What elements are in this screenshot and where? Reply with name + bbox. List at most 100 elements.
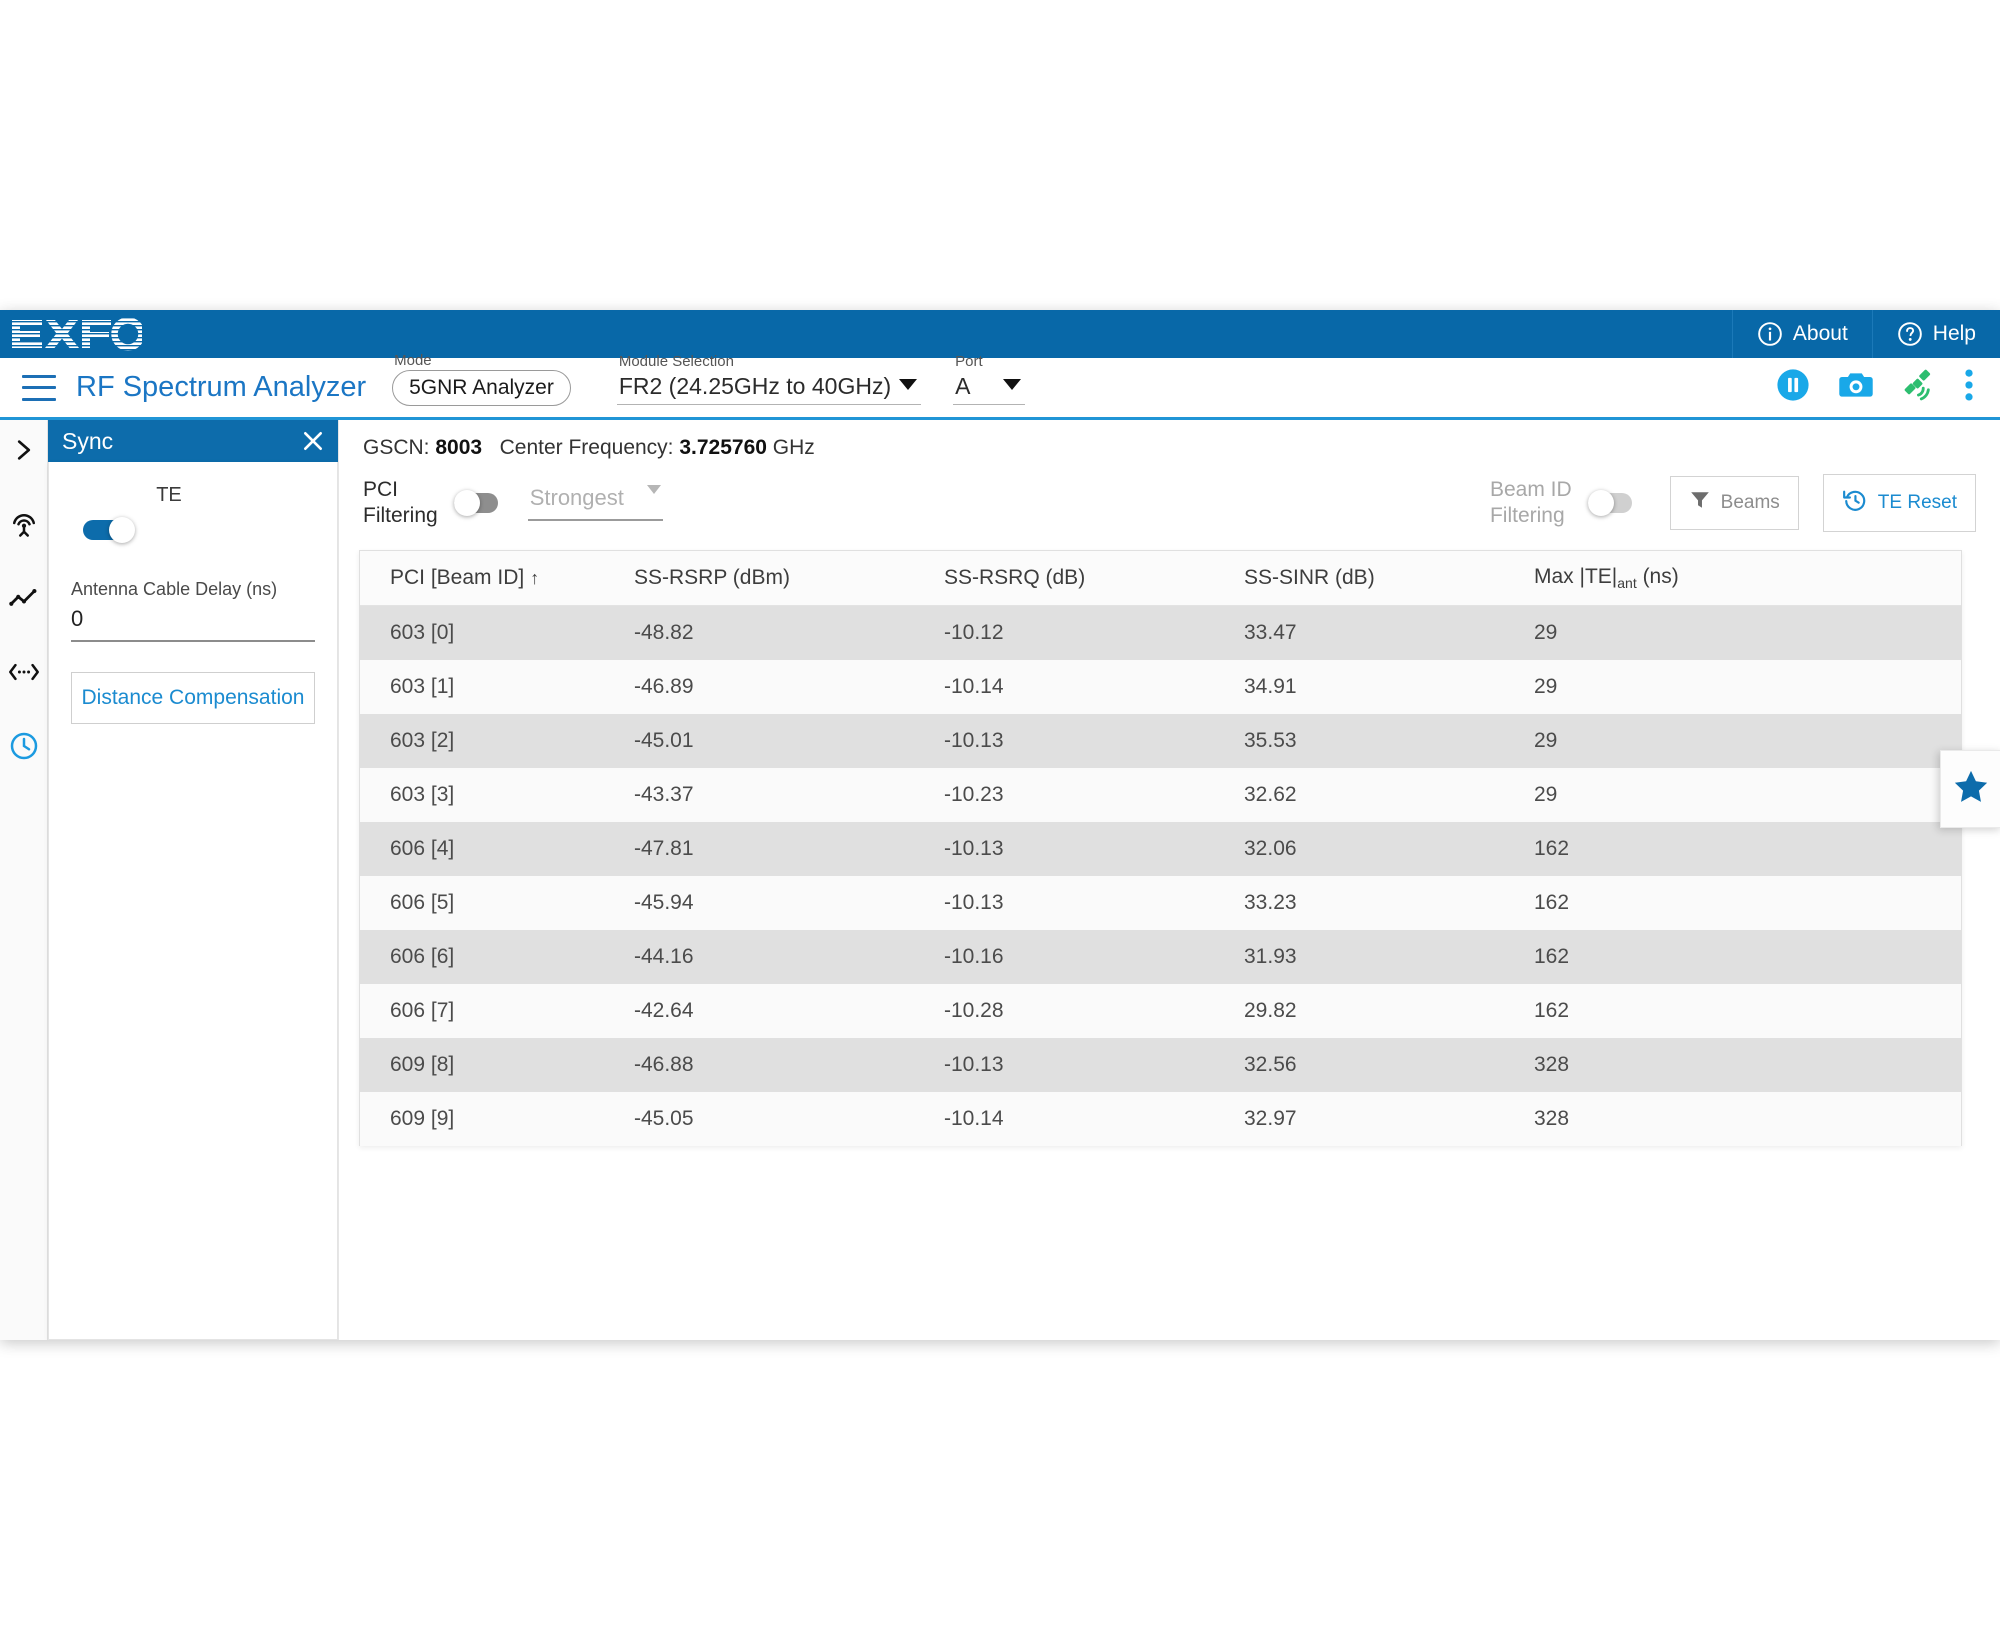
cell-te: 29 (1520, 714, 1961, 768)
column-header-ss-rsrq[interactable]: SS-RSRQ (dB) (930, 551, 1230, 606)
antenna-signal-icon[interactable] (8, 508, 40, 540)
cell-rsrp: -45.01 (620, 714, 930, 768)
more-vertical-icon[interactable] (1964, 368, 1974, 407)
help-button[interactable]: Help (1872, 310, 2000, 358)
table-row[interactable]: 606 [6]-44.16-10.1631.93162 (360, 930, 1961, 984)
table-row[interactable]: 609 [8]-46.88-10.1332.56328 (360, 1038, 1961, 1092)
mode-value[interactable]: 5GNR Analyzer (392, 370, 571, 406)
column-header-ss-sinr[interactable]: SS-SINR (dB) (1230, 551, 1520, 606)
table-row[interactable]: 609 [9]-45.05-10.1432.97328 (360, 1092, 1961, 1146)
table-row[interactable]: 606 [4]-47.81-10.1332.06162 (360, 822, 1961, 876)
cell-te: 29 (1520, 768, 1961, 822)
pci-filtering-toggle[interactable] (454, 490, 506, 516)
application-window: About Help RF Spectrum Analyzer Mode 5GN… (0, 310, 2000, 1340)
sync-panel: Sync TE Antenna Cable Delay (ns) 0 Dista… (48, 420, 338, 1340)
icon-rail (0, 420, 48, 1340)
table-row[interactable]: 603 [0]-48.82-10.1233.4729 (360, 606, 1961, 661)
te-toggle-knob (109, 517, 135, 543)
cell-te: 162 (1520, 822, 1961, 876)
column-header-max-te[interactable]: Max |TE|ant (ns) (1520, 551, 1961, 606)
brand-bar: About Help (0, 310, 2000, 358)
mode-label: Mode (394, 352, 432, 369)
chevron-down-icon (899, 379, 917, 390)
cell-pci: 609 [8] (360, 1038, 620, 1092)
table-row[interactable]: 606 [7]-42.64-10.2829.82162 (360, 984, 1961, 1038)
chevron-down-icon (1003, 379, 1021, 390)
cell-sinr: 29.82 (1230, 984, 1520, 1038)
chevron-down-icon (647, 485, 661, 494)
table-row[interactable]: 603 [2]-45.01-10.1335.5329 (360, 714, 1961, 768)
te-label: TE (23, 484, 315, 507)
sync-panel-header: Sync (48, 420, 338, 462)
table-row[interactable]: 603 [1]-46.89-10.1434.9129 (360, 660, 1961, 714)
cell-rsrp: -43.37 (620, 768, 930, 822)
cell-rsrp: -48.82 (620, 606, 930, 661)
center-frequency-value: 3.725760 (679, 436, 767, 459)
application-body: Sync TE Antenna Cable Delay (ns) 0 Dista… (0, 420, 2000, 1340)
cell-rsrq: -10.13 (930, 1038, 1230, 1092)
expand-chevron-icon[interactable] (8, 434, 40, 466)
star-icon (1952, 768, 1990, 811)
beam-id-filtering-toggle[interactable] (1588, 490, 1640, 516)
about-label: About (1793, 322, 1848, 346)
cell-rsrq: -10.16 (930, 930, 1230, 984)
satellite-icon[interactable] (1902, 368, 1936, 407)
cell-pci: 606 [4] (360, 822, 620, 876)
cell-rsrp: -45.94 (620, 876, 930, 930)
pci-mode-value: Strongest (530, 485, 624, 510)
favorites-flyout-button[interactable] (1940, 750, 2000, 828)
pci-filtering-label: PCI Filtering (363, 477, 438, 528)
port-select[interactable]: A (953, 371, 1025, 405)
antenna-cable-delay-input[interactable]: 0 (71, 606, 315, 640)
cell-pci: 606 [5] (360, 876, 620, 930)
pci-mode-select[interactable]: Strongest (528, 485, 663, 521)
cell-rsrq: -10.13 (930, 714, 1230, 768)
camera-icon[interactable] (1838, 369, 1874, 406)
cell-pci: 603 [3] (360, 768, 620, 822)
beam-measurements-table: PCI [Beam ID] ↑ SS-RSRP (dBm) SS-RSRQ (dB… (359, 550, 1962, 1146)
cell-sinr: 32.62 (1230, 768, 1520, 822)
column-header-pci-label: PCI [Beam ID] (390, 566, 524, 589)
pci-filtering-label-line2: Filtering (363, 503, 438, 529)
filter-row: PCI Filtering Strongest Beam ID Filterin… (359, 474, 2000, 532)
te-toggle[interactable] (83, 517, 135, 543)
line-chart-icon[interactable] (8, 582, 40, 614)
module-selection-select[interactable]: FR2 (24.25GHz to 40GHz) (617, 371, 921, 405)
te-reset-button[interactable]: TE Reset (1823, 474, 1976, 532)
brand-bar-spacer (220, 310, 1732, 358)
about-button[interactable]: About (1732, 310, 1872, 358)
column-header-max-te-pre: Max |TE| (1534, 565, 1617, 588)
mode-field: Mode 5GNR Analyzer (392, 370, 571, 406)
cell-te: 162 (1520, 876, 1961, 930)
beams-button[interactable]: Beams (1670, 476, 1799, 530)
horizontal-arrows-icon[interactable] (8, 656, 40, 688)
port-label: Port (955, 353, 983, 370)
pci-filtering-label-line1: PCI (363, 477, 438, 503)
column-header-ss-rsrp[interactable]: SS-RSRP (dBm) (620, 551, 930, 606)
cell-pci: 606 [6] (360, 930, 620, 984)
main-content: GSCN: 8003 Center Frequency: 3.725760 GH… (338, 420, 2000, 1340)
column-header-pci[interactable]: PCI [Beam ID] ↑ (360, 551, 620, 606)
distance-compensation-button[interactable]: Distance Compensation (71, 672, 315, 724)
table-header-row: PCI [Beam ID] ↑ SS-RSRP (dBm) SS-RSRQ (dB… (360, 551, 1961, 606)
pause-icon[interactable] (1776, 368, 1810, 407)
clock-icon[interactable] (8, 730, 40, 762)
cell-pci: 603 [0] (360, 606, 620, 661)
cell-sinr: 33.47 (1230, 606, 1520, 661)
cell-te: 29 (1520, 660, 1961, 714)
sort-ascending-icon: ↑ (530, 568, 539, 588)
toolbar-icon-group (1776, 368, 2000, 407)
antenna-cable-delay-label: Antenna Cable Delay (ns) (71, 579, 315, 600)
column-header-max-te-sub: ant (1617, 575, 1636, 591)
cell-rsrp: -44.16 (620, 930, 930, 984)
page-title: RF Spectrum Analyzer (76, 371, 366, 404)
cell-pci: 603 [2] (360, 714, 620, 768)
table-row[interactable]: 606 [5]-45.94-10.1333.23162 (360, 876, 1961, 930)
secondary-toolbar: RF Spectrum Analyzer Mode 5GNR Analyzer … (0, 358, 2000, 420)
table-row[interactable]: 603 [3]-43.37-10.2332.6229 (360, 768, 1961, 822)
module-selection-field: Module Selection FR2 (24.25GHz to 40GHz) (617, 371, 921, 405)
cell-rsrq: -10.28 (930, 984, 1230, 1038)
close-icon[interactable] (302, 430, 324, 452)
hamburger-menu-icon[interactable] (22, 375, 56, 401)
gscn-value: 8003 (435, 436, 482, 459)
